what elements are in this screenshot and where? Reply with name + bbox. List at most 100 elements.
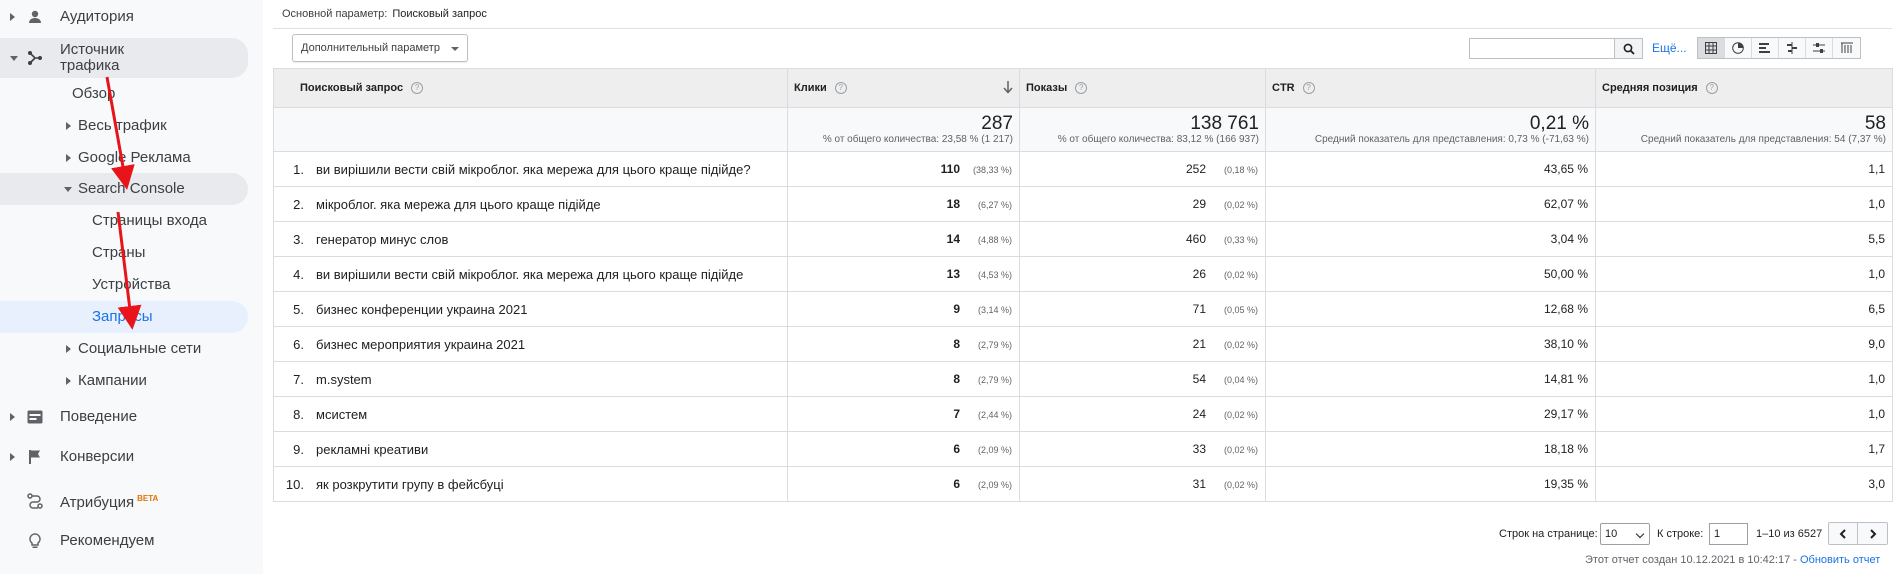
table-view-button[interactable] [1698,38,1725,58]
rows-per-page-select[interactable]: 10 [1600,523,1650,545]
help-icon[interactable]: ? [834,82,847,95]
cell-query: 1. ви вирішили вести свій мікроблог. яка … [273,151,788,187]
caret-right-icon [66,122,71,130]
bar-view-button[interactable] [1752,38,1779,58]
pie-icon [1732,42,1744,54]
cell-impressions: 54 (0,04 %) [1019,361,1266,397]
summary-position: 58 Средний показатель для представления: … [1595,107,1893,152]
query-link[interactable]: як розкрутити групу в фейсбуці [316,477,504,492]
more-link[interactable]: Ещё... [1652,41,1687,55]
sidebar-item-behavior[interactable]: Поведение [0,401,248,433]
search-icon [1623,43,1635,55]
cell-ctr: 62,07 % [1265,186,1596,222]
clicks-value: 13 [946,267,960,281]
sidebar-item-landing-pages[interactable]: Страницы входа [0,205,248,237]
impressions-value: 31 [1192,477,1206,491]
compare-view-button[interactable] [1779,38,1806,58]
query-link[interactable]: рекламні креативи [316,442,428,457]
refresh-report-link[interactable]: Обновить отчет [1800,554,1880,566]
sidebar-item-search-console[interactable]: Search Console [0,173,248,205]
prev-page-button[interactable] [1829,523,1858,544]
impressions-value: 71 [1192,302,1206,316]
table-row[interactable]: 4. ви вирішили вести свій мікроблог. яка … [273,256,1893,292]
sidebar-item-social[interactable]: Социальные сети [0,333,248,365]
table-row[interactable]: 7. m.system 8 (2,79 %) 54 (0,04 %) 14,81 % 1,0 [273,361,1893,397]
header-impressions[interactable]: Показы? [1019,68,1266,108]
sidebar-item-google-ads[interactable]: Google Реклама [0,142,248,174]
table-search-input[interactable] [1469,38,1614,59]
query-link[interactable]: бизнес конференции украина 2021 [316,302,527,317]
cell-impressions: 29 (0,02 %) [1019,186,1266,222]
query-link[interactable]: бизнес мероприятия украина 2021 [316,337,525,352]
sidebar-item-audience[interactable]: Аудитория [0,1,248,33]
cell-ctr: 29,17 % [1265,396,1596,432]
sidebar-item-attribution[interactable]: Атрибуция BETA [0,485,248,517]
help-icon[interactable]: ? [411,82,424,95]
query-link[interactable]: генератор минус слов [316,232,448,247]
row-number: 6. [293,336,304,352]
query-link[interactable]: m.system [316,372,372,387]
next-page-button[interactable] [1858,523,1887,544]
query-link[interactable]: ви вирішили вести свій мікроблог. яка ме… [316,162,751,177]
sidebar-item-campaigns[interactable]: Кампании [0,365,248,397]
clicks-percent: (2,79 %) [977,375,1012,385]
table-row[interactable]: 5. бизнес конференции украина 2021 9 (3,14 … [273,291,1893,327]
caret-right-icon [10,413,15,421]
table-row[interactable]: 10. як розкрутити групу в фейсбуці 6 (2,09 … [273,466,1893,502]
clicks-value: 8 [953,337,960,351]
table-row[interactable]: 8. мсистем 7 (2,44 %) 24 (0,02 %) 29,17 % 1,0 [273,396,1893,432]
sidebar-item-all-traffic[interactable]: Весь трафик [0,110,248,142]
sidebar-item-conversions[interactable]: Конверсии [0,441,248,473]
grid-icon [1705,42,1717,54]
impressions-value: 26 [1192,267,1206,281]
cell-position: 1,1 [1595,151,1893,187]
search-button[interactable] [1614,38,1643,59]
impressions-percent: (0,33 %) [1223,235,1258,245]
pivot-view-button[interactable] [1833,38,1860,58]
goto-row-input[interactable]: 1 [1709,523,1748,545]
help-icon[interactable]: ? [1302,82,1315,95]
table-row[interactable]: 2. мікроблог. яка мережа для цього краще … [273,186,1893,222]
table-row[interactable]: 6. бизнес мероприятия украина 2021 8 (2,79 … [273,326,1893,362]
table-row[interactable]: 3. генератор минус слов 14 (4,88 %) 460 (0,33… [273,221,1893,257]
row-number: 7. [293,371,304,387]
pie-view-button[interactable] [1725,38,1752,58]
query-link[interactable]: мсистем [316,407,367,422]
clicks-value: 9 [953,302,960,316]
sidebar-item-traffic-source[interactable]: Источник трафика [0,38,248,78]
report-info: Этот отчет создан 10.12.2021 в 10:42:17 … [1585,554,1881,566]
cell-impressions: 33 (0,02 %) [1019,431,1266,467]
summary-row: 287% от общего количества: 23,58 % (1 21… [273,107,1893,152]
header-clicks[interactable]: Клики? [787,68,1020,108]
help-icon[interactable]: ? [1705,82,1718,95]
summary-impressions: 138 761% от общего количества: 83,12 % (… [1019,107,1266,152]
sidebar-item-countries[interactable]: Страны [0,237,248,269]
clicks-value: 6 [953,442,960,456]
sidebar-item-overview[interactable]: Обзор [0,78,248,110]
cell-query: 2. мікроблог. яка мережа для цього краще … [273,186,788,222]
header-position[interactable]: Средняя позиция? [1595,68,1893,108]
sidebar-item-recommended[interactable]: Рекомендуем [0,525,248,557]
header-ctr[interactable]: CTR? [1265,68,1596,108]
sidebar-item-queries[interactable]: Запросы [0,301,248,333]
query-link[interactable]: ви вирішили вести свій мікроблог. яка ме… [316,267,743,282]
cell-clicks: 6 (2,09 %) [787,466,1020,502]
term-cloud-view-button[interactable] [1806,38,1833,58]
table-row[interactable]: 1. ви вирішили вести свій мікроблог. яка … [273,151,1893,187]
cell-ctr: 19,35 % [1265,466,1596,502]
sidebar-item-devices[interactable]: Устройства [0,269,248,301]
summary-ctr: 0,21 % Средний показатель для представлен… [1265,107,1596,152]
query-link[interactable]: мікроблог. яка мережа для цього краще пі… [316,197,601,212]
cell-query: 6. бизнес мероприятия украина 2021 [273,326,788,362]
clicks-percent: (38,33 %) [972,165,1012,175]
row-range: 1–10 из 6527 [1756,528,1823,540]
bars-icon [1759,43,1770,53]
impressions-value: 21 [1192,337,1206,351]
cell-impressions: 252 (0,18 %) [1019,151,1266,187]
help-icon[interactable]: ? [1075,82,1088,95]
primary-dimension-value[interactable]: Поисковый запрос [392,8,487,20]
secondary-dimension-dropdown[interactable]: Дополнительный параметр [292,34,468,62]
header-query[interactable]: Поисковый запрос? [273,68,788,108]
table-row[interactable]: 9. рекламні креативи 6 (2,09 %) 33 (0,02 %) 18… [273,431,1893,467]
impressions-percent: (0,04 %) [1223,375,1258,385]
